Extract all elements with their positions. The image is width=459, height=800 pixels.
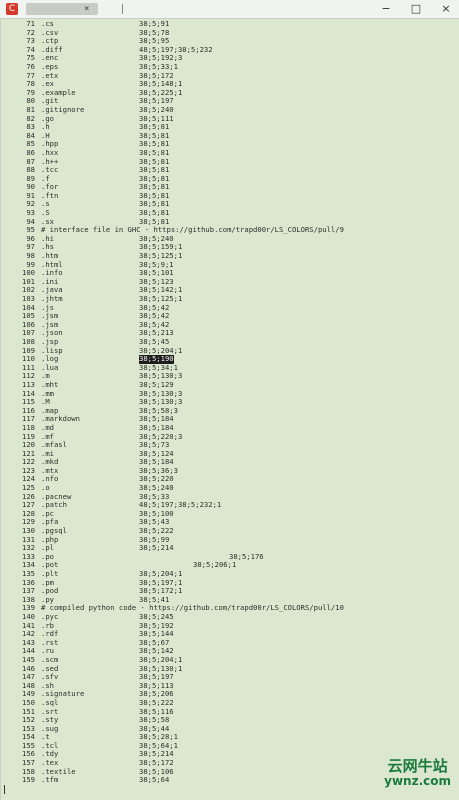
terminal-line: 86 .hxx 38;5;81 — [1, 148, 459, 158]
terminal-line: 137 .pod 38;5;172;1 — [1, 587, 459, 596]
terminal-line: 136 .pm 38;5;197;1 — [1, 578, 459, 588]
terminal-line: 150 .sql 38;5;222 — [1, 698, 459, 708]
terminal-line: 131 .php 38;5;99 — [1, 535, 459, 545]
terminal-line: 74 .diff 48;5;197;38;5;232 — [1, 45, 459, 55]
terminal-line: 84 .H 38;5;81 — [1, 131, 459, 141]
watermark-url: ywnz.com — [384, 774, 451, 788]
terminal-line: 129 .pfa 38;5;43 — [1, 518, 459, 527]
terminal-line: 121 .mi 38;5;124 — [1, 449, 459, 459]
terminal-app-icon: C — [6, 3, 18, 15]
terminal-line: 142 .rdf 38;5;144 — [1, 630, 459, 639]
terminal-line: 87 .h++ 38;5;81 — [1, 157, 459, 167]
terminal-line: 139 # compiled python code - https://gith… — [1, 604, 459, 613]
terminal-line: 119 .mf 38;5;220;3 — [1, 432, 459, 442]
terminal-line: 81 .gitignore 38;5;240 — [1, 105, 459, 115]
terminal-line: 146 .sed 38;5;130;1 — [1, 664, 459, 674]
terminal-line: 110 .log 38;5;190 — [1, 355, 459, 364]
terminal-line: 111 .lua 38;5;34;1 — [1, 363, 459, 373]
terminal-line: 85 .hpp 38;5;81 — [1, 140, 459, 149]
terminal-line: 71 .cs 38;5;91 — [1, 19, 459, 29]
terminal-line: 130 .pgsql 38;5;222 — [1, 526, 459, 536]
terminal-line: 145 .scm 38;5;204;1 — [1, 655, 459, 665]
terminal-line: 135 .plt 38;5;204;1 — [1, 569, 459, 579]
terminal-line: 144 .ru 38;5;142 — [1, 647, 459, 656]
window-controls: − □ × — [379, 0, 453, 18]
comment-text: # compiled python code - https://github.… — [41, 603, 344, 613]
terminal-line: 128 .pc 38;5;100 — [1, 509, 459, 519]
terminal-line: 90 .for 38;5;81 — [1, 183, 459, 192]
terminal-line: 108 .jsp 38;5;45 — [1, 337, 459, 347]
terminal-line: 99 .html 38;5;9;1 — [1, 260, 459, 270]
terminal-line: 106 .jsm 38;5;42 — [1, 320, 459, 330]
terminal-line: 107 .json 38;5;213 — [1, 329, 459, 338]
terminal-line: 118 .md 38;5;184 — [1, 423, 459, 433]
terminal-line: 134 .pot 38;5;206;1 — [1, 561, 459, 570]
terminal-line: 82 .go 38;5;111 — [1, 114, 459, 124]
color-code: 38;5;214 — [139, 543, 174, 553]
terminal-line: 122 .mkd 38;5;184 — [1, 458, 459, 467]
terminal-line: 73 .ctp 38;5;95 — [1, 37, 459, 46]
terminal-line: 97 .hs 38;5;159;1 — [1, 243, 459, 252]
terminal-line: 101 .ini 38;5;123 — [1, 277, 459, 287]
terminal-line: 117 .markdown 38;5;184 — [1, 415, 459, 424]
terminal-line: 115 .M 38;5;130;3 — [1, 398, 459, 407]
terminal-line: 105 .jsm 38;5;42 — [1, 312, 459, 321]
terminal-line: 113 .mht 38;5;129 — [1, 380, 459, 390]
terminal-line: 124 .nfo 38;5;220 — [1, 475, 459, 484]
terminal-line: 96 .hi 38;5;240 — [1, 234, 459, 244]
terminal-line: 77 .etx 38;5;172 — [1, 71, 459, 81]
terminal-line: 154 .t 38;5;28;1 — [1, 733, 459, 742]
terminal-line: 140 .pyc 38;5;245 — [1, 612, 459, 622]
terminal-line: 91 .ftn 38;5;81 — [1, 191, 459, 201]
color-code: 38;5;64 — [139, 775, 170, 785]
terminal-line: 147 .sfv 38;5;197 — [1, 673, 459, 682]
terminal-output[interactable]: 71 .cs 38;5;91 72 .csv 38;5;78 73 .ctp 38;5;95 74… — [0, 18, 459, 800]
terminal-line: 151 .srt 38;5;116 — [1, 707, 459, 717]
title-bar: C × − □ × — [0, 0, 459, 19]
terminal-line: 72 .csv 38;5;78 — [1, 28, 459, 38]
terminal-line: 149 .signature 38;5;206 — [1, 690, 459, 699]
maximize-icon[interactable]: □ — [409, 2, 423, 16]
file-extension: .tfm — [41, 775, 59, 785]
text-cursor — [4, 785, 5, 794]
terminal-line: 83 .h 38;5;81 — [1, 123, 459, 132]
terminal-line: 109 .lisp 38;5;204;1 — [1, 346, 459, 356]
watermark-logo: 云网牛站 ywnz.com — [384, 758, 451, 788]
terminal-line: 127 .patch 48;5;197;38;5;232;1 — [1, 501, 459, 510]
tab-title[interactable]: × — [26, 3, 98, 15]
terminal-line: 102 .java 38;5;142;1 — [1, 286, 459, 295]
color-code: 38;5;206;1 — [193, 560, 237, 570]
terminal-line: 112 .m 38;5;130;3 — [1, 372, 459, 381]
tab-divider — [122, 4, 123, 14]
terminal-line: 123 .mtx 38;5;36;3 — [1, 466, 459, 476]
terminal-line: 152 .sty 38;5;58 — [1, 715, 459, 725]
tab-close-icon[interactable]: × — [84, 4, 89, 14]
terminal-line: 95 # interface file in GHC - https://gith… — [1, 226, 459, 235]
terminal-lines: 71 .cs 38;5;91 72 .csv 38;5;78 73 .ctp 38;5;95 74… — [1, 19, 459, 785]
terminal-line: 114 .mm 38;5;130;3 — [1, 389, 459, 399]
terminal-line: 120 .mfasl 38;5;73 — [1, 440, 459, 450]
terminal-line: 100 .info 38;5;101 — [1, 269, 459, 278]
terminal-line: 103 .jhtm 38;5;125;1 — [1, 294, 459, 304]
terminal-line: 155 .tcl 38;5;64;1 — [1, 741, 459, 751]
terminal-line: 75 .enc 38;5;192;3 — [1, 54, 459, 63]
minimize-icon[interactable]: − — [379, 2, 393, 16]
comment-text: # interface file in GHC - https://github… — [41, 225, 344, 235]
terminal-line: 76 .eps 38;5;33;1 — [1, 62, 459, 72]
terminal-line: 88 .tcc 38;5;81 — [1, 165, 459, 175]
terminal-line: 89 .f 38;5;81 — [1, 174, 459, 184]
terminal-line: 104 .js 38;5;42 — [1, 303, 459, 313]
terminal-line: 93 .S 38;5;81 — [1, 208, 459, 218]
line-number: 159 — [22, 775, 35, 785]
terminal-line: 92 .s 38;5;81 — [1, 200, 459, 209]
terminal-line: 98 .htm 38;5;125;1 — [1, 251, 459, 261]
terminal-line: 141 .rb 38;5;192 — [1, 621, 459, 631]
watermark-name: 云网牛站 — [387, 757, 448, 775]
close-icon[interactable]: × — [439, 2, 453, 16]
terminal-line: 126 .pacnew 38;5;33 — [1, 492, 459, 502]
terminal-line: 153 .sug 38;5;44 — [1, 724, 459, 734]
terminal-line: 143 .rst 38;5;67 — [1, 638, 459, 648]
terminal-line: 79 .example 38;5;225;1 — [1, 88, 459, 98]
